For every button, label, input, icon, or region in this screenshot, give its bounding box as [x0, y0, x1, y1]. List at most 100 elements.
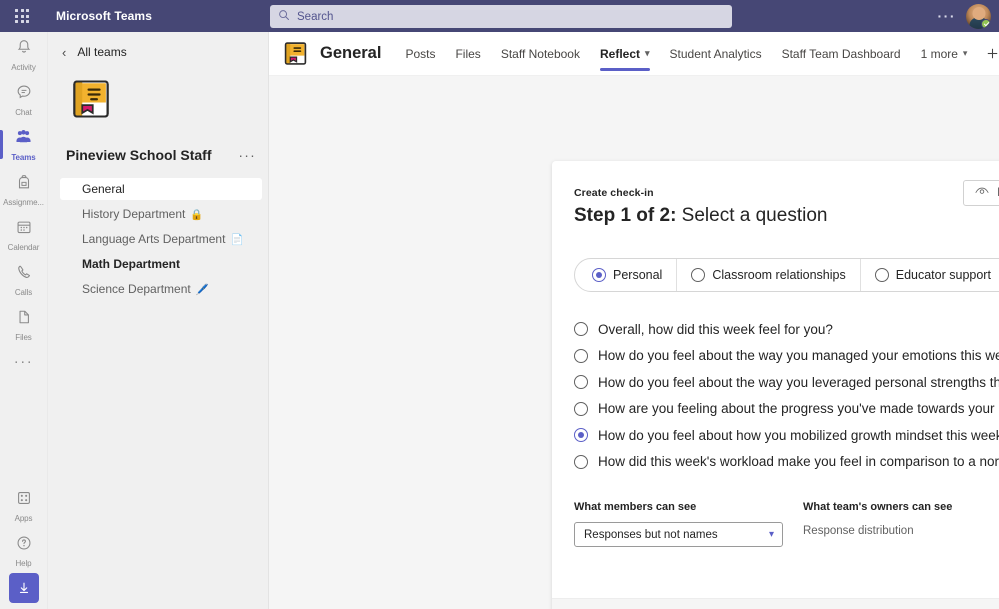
lock-emoji-icon: 🔒 [190, 208, 204, 221]
grid-apps-icon [15, 489, 33, 512]
radio-icon [574, 428, 588, 443]
radio-icon [574, 454, 588, 469]
all-teams-back-button[interactable]: ‹ All teams [48, 35, 268, 69]
tab-staff-team-dashboard[interactable]: Staff Team Dashboard [772, 32, 911, 76]
members-visibility-dropdown[interactable]: Responses but not names ▾ [574, 522, 783, 547]
step-counter: Step 1 of 2: [574, 205, 677, 226]
owners-visibility-label: What team's owners can see [803, 501, 953, 513]
channel-item-science[interactable]: Science Department 🖊️ [60, 278, 262, 300]
channel-name: Science Department [82, 282, 191, 296]
channel-item-general[interactable]: General [60, 178, 262, 200]
channel-item-language-arts[interactable]: Language Arts Department 📄 [60, 228, 262, 250]
sidebar-item-label: Chat [15, 107, 32, 117]
category-option-educator-support[interactable]: Educator support [861, 259, 999, 291]
search-bar[interactable] [270, 5, 732, 28]
titlebar-right-group: ··· [928, 0, 994, 32]
sidebar-item-files[interactable]: Files [0, 302, 48, 347]
sidebar-item-teams[interactable]: Teams [0, 122, 48, 167]
members-visibility-value: Responses but not names [584, 528, 718, 541]
create-checkin-dialog: Create check-in Step 1 of 2: Select a qu… [552, 161, 999, 609]
sidebar-item-calendar[interactable]: Calendar [0, 212, 48, 257]
question-option[interactable]: How do you feel about the way you levera… [574, 369, 999, 396]
phone-icon [15, 263, 33, 286]
category-option-classroom-relationships[interactable]: Classroom relationships [677, 259, 861, 291]
app-body: Activity Chat Teams Assignme... Calendar… [0, 32, 999, 609]
question-label: Overall, how did this week feel for you? [598, 321, 833, 337]
main-area: General Posts Files Staff Notebook Refle… [269, 32, 999, 609]
chevron-left-icon: ‹ [62, 44, 67, 60]
more-apps-icon[interactable]: ··· [0, 347, 48, 377]
question-option[interactable]: How did this week's workload make you fe… [574, 449, 999, 476]
category-label: Classroom relationships [712, 268, 846, 282]
question-option-selected[interactable]: How do you feel about how you mobilized … [574, 422, 999, 449]
add-tab-button[interactable] [977, 32, 999, 76]
question-circle-icon [15, 534, 33, 557]
channel-name: Math Department [82, 257, 181, 271]
radio-icon [574, 375, 588, 390]
app-title: Microsoft Teams [56, 9, 152, 23]
category-label: Educator support [895, 268, 991, 282]
chevron-down-icon: ▾ [962, 48, 968, 58]
channel-list: General History Department 🔒 Language Ar… [48, 178, 268, 303]
more-options-icon[interactable]: ··· [928, 9, 967, 23]
channel-item-math[interactable]: Math Department [60, 253, 262, 275]
eye-preview-icon [975, 184, 989, 202]
search-input[interactable] [297, 10, 724, 23]
radio-icon [691, 268, 706, 282]
tab-posts[interactable]: Posts [395, 32, 445, 76]
sidebar-item-calls[interactable]: Calls [0, 257, 48, 302]
left-rail: Activity Chat Teams Assignme... Calendar… [0, 32, 48, 609]
sidebar-item-label: Files [15, 332, 32, 342]
tab-student-analytics[interactable]: Student Analytics [660, 32, 772, 76]
tab-bar: Posts Files Staff Notebook Reflect ▾ Stu… [395, 32, 999, 76]
avatar[interactable] [966, 3, 991, 29]
more-options-icon[interactable]: ··· [238, 148, 256, 162]
dialog-body: Create check-in Step 1 of 2: Select a qu… [552, 161, 999, 598]
channel-header: General Posts Files Staff Notebook Refle… [269, 32, 999, 76]
sidebar-item-apps[interactable]: Apps [0, 483, 48, 528]
team-name: Pineview School Staff [66, 147, 212, 163]
calendar-icon [15, 218, 33, 241]
category-option-personal[interactable]: Personal [575, 259, 678, 291]
book-team-avatar[interactable] [70, 78, 112, 120]
sidebar-item-label: Assignme... [3, 197, 44, 207]
question-option[interactable]: How are you feeling about the progress y… [574, 396, 999, 423]
question-label: How do you feel about the way you manage… [598, 348, 999, 364]
owners-visibility-value: Response distribution [803, 525, 914, 537]
tab-reflect[interactable]: Reflect ▾ [590, 32, 660, 76]
demo-respondent-view-button[interactable]: Demo respondent view [963, 180, 999, 206]
bell-icon [15, 38, 33, 61]
radio-icon [592, 268, 606, 282]
channel-item-history[interactable]: History Department 🔒 [60, 203, 262, 225]
question-label: How did this week's workload make you fe… [598, 454, 999, 470]
app-launcher-icon[interactable] [0, 0, 44, 32]
download-arrow-icon[interactable] [8, 573, 39, 603]
all-teams-label: All teams [77, 45, 127, 59]
question-option[interactable]: Overall, how did this week feel for you? [574, 316, 999, 343]
sidebar-item-label: Activity [11, 62, 36, 72]
file-icon [15, 308, 33, 331]
tab-more-overflow[interactable]: 1 more ▾ [911, 32, 978, 76]
sidebar-item-help[interactable]: Help [0, 528, 48, 573]
page-emoji-icon: 📄 [230, 233, 244, 246]
sidebar-item-label: Teams [11, 153, 36, 162]
sidebar-item-activity[interactable]: Activity [0, 32, 48, 77]
tab-files[interactable]: Files [445, 32, 490, 76]
title-bar: Microsoft Teams ··· [0, 0, 999, 32]
sidebar-item-label: Calls [14, 287, 33, 297]
team-header: Pineview School Staff ··· [48, 140, 268, 170]
chevron-down-icon: ▾ [768, 529, 774, 540]
question-option[interactable]: How do you feel about the way you manage… [574, 343, 999, 370]
channel-name: General [82, 182, 125, 196]
tab-staff-notebook[interactable]: Staff Notebook [491, 32, 590, 76]
sidebar-item-assignments[interactable]: Assignme... [0, 167, 48, 212]
sidebar-item-chat[interactable]: Chat [0, 77, 48, 122]
page-title: General [320, 44, 382, 62]
radio-icon [574, 348, 588, 363]
backpack-icon [15, 173, 33, 196]
chat-bubble-icon [15, 83, 33, 106]
sidebar-item-label: Calendar [7, 242, 40, 252]
radio-icon [574, 322, 588, 337]
category-label: Personal [613, 268, 663, 282]
channel-name: Language Arts Department [82, 232, 226, 246]
